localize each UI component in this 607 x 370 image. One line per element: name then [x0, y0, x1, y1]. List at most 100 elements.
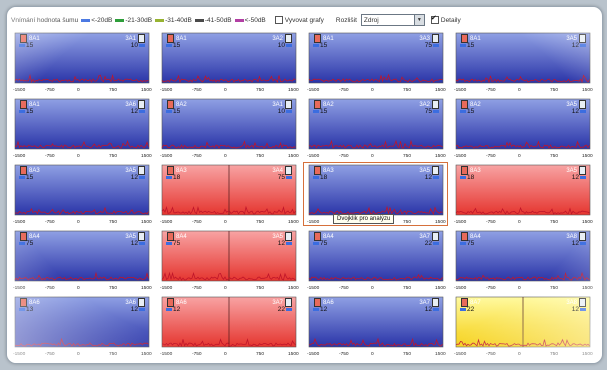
left-noise-number: 75 — [467, 240, 475, 247]
spectrum-panel[interactable]: 8A1 3A6 15 12 -1500 -750 0 750 1500 — [10, 97, 153, 159]
spectrum-panel[interactable]: 8A3 3A4 18 75 -1500 -750 0 750 1500 — [157, 163, 300, 225]
right-antenna-id: 3A5 — [125, 233, 136, 240]
x-tick-label: -750 — [339, 286, 349, 291]
x-tick-label: 750 — [109, 88, 118, 93]
legend-label: <-20dB — [91, 16, 113, 24]
level-marker — [286, 242, 292, 245]
right-noise-number: 12 — [424, 306, 432, 313]
level-marker — [433, 110, 439, 113]
left-noise-value: 15 — [312, 42, 327, 49]
x-tick-label: 1500 — [582, 220, 593, 225]
right-noise-value: 12 — [278, 240, 293, 247]
spectrum-panel[interactable]: 8A4 3A5 75 12 -1500 -750 0 750 1500 — [10, 229, 153, 291]
x-tick-label: 0 — [518, 154, 521, 159]
spectrum-panel[interactable]: 8A4 3A5 75 12 -1500 -750 0 750 1500 — [157, 229, 300, 291]
left-antenna-id: 8A2 — [470, 101, 481, 108]
x-tick-label: -750 — [339, 88, 349, 93]
right-noise-value: 12 — [131, 108, 146, 115]
spectrum-panel[interactable]: 8A6 3A7 12 12 -1500 -750 0 750 1500 — [304, 295, 447, 357]
x-tick-label: 1500 — [288, 352, 299, 357]
legend-item: -31-40dB — [155, 17, 192, 24]
right-noise-number: 22 — [424, 240, 432, 247]
spectrum-panel[interactable]: 8A2 3A5 15 12 -1500 -750 0 750 1500 — [451, 97, 594, 159]
right-antenna-id: 3A6 — [125, 101, 136, 108]
right-antenna-id: 3A3 — [419, 35, 430, 42]
detail-label: Detaily — [440, 16, 461, 24]
right-noise-number: 12 — [571, 240, 579, 247]
spectrum-panel[interactable]: 8A1 3A3 15 75 -1500 -750 0 750 1500 — [304, 31, 447, 93]
level-marker — [166, 242, 172, 245]
left-antenna-id: 8A4 — [29, 233, 40, 240]
spectrum-panel[interactable]: 8A4 3A7 75 22 -1500 -750 0 750 1500 — [304, 229, 447, 291]
right-antenna-id: 3A5 — [566, 101, 577, 108]
right-antenna-id: 3A8 — [566, 299, 577, 306]
level-marker — [19, 308, 25, 311]
legend-label: <-50dB — [244, 16, 266, 24]
x-tick-label: -750 — [486, 88, 496, 93]
x-tick-label: -1500 — [160, 286, 173, 291]
right-noise-value: 12 — [425, 174, 440, 181]
left-noise-value: 15 — [18, 174, 33, 181]
left-antenna-id: 8A1 — [29, 101, 40, 108]
left-noise-number: 12 — [320, 306, 328, 313]
right-noise-number: 12 — [571, 108, 579, 115]
left-antenna-id: 8A2 — [176, 101, 187, 108]
legend-item: <-50dB — [234, 16, 266, 24]
chevron-down-icon[interactable]: ▼ — [413, 15, 424, 25]
right-antenna-id: 3A5 — [125, 167, 136, 174]
right-noise-value: 10 — [131, 42, 146, 49]
right-noise-value: 75 — [425, 108, 440, 115]
sort-select[interactable]: Zdroj ▼ — [360, 14, 425, 26]
spectrum-panel[interactable]: 8A1 3A5 15 12 -1500 -750 0 750 1500 — [451, 31, 594, 93]
x-tick-label: -750 — [192, 220, 202, 225]
x-tick-label: -750 — [486, 220, 496, 225]
right-noise-value: 12 — [572, 42, 587, 49]
detail-checkbox[interactable] — [430, 14, 439, 24]
x-tick-label: 1500 — [435, 352, 446, 357]
spectrum-panel[interactable]: 8A7 3A8 22 12 -1500 -750 0 750 1500 — [451, 295, 594, 357]
x-tick-label: -1500 — [13, 88, 26, 93]
left-noise-number: 18 — [173, 174, 181, 181]
left-antenna-id: 8A1 — [29, 35, 40, 42]
level-marker — [19, 44, 25, 47]
spectrum-panel[interactable]: 8A3 3A5 18 12 -1500 -750 0 750 1500 — [451, 163, 594, 225]
sort-label: Rozlišit — [335, 16, 357, 24]
spectrum-panel[interactable]: 8A1 3A1 15 10 -1500 -750 0 750 1500 — [10, 31, 153, 93]
x-tick-label: 0 — [518, 286, 521, 291]
x-tick-label: 750 — [256, 88, 265, 93]
level-marker — [433, 44, 439, 47]
left-noise-number: 15 — [320, 108, 328, 115]
x-tick-label: 1500 — [288, 286, 299, 291]
x-tick-label: 750 — [550, 154, 559, 159]
spectrum-panel[interactable]: 8A6 3A7 12 22 -1500 -750 0 750 1500 — [157, 295, 300, 357]
x-tick-label: -1500 — [454, 154, 467, 159]
left-noise-value: 15 — [18, 42, 33, 49]
spectrum-panel[interactable]: 8A4 3A8 75 12 -1500 -750 0 750 1500 — [451, 229, 594, 291]
level-marker — [580, 242, 586, 245]
show-graphs-checkbox[interactable] — [274, 16, 283, 24]
left-noise-value: 18 — [459, 174, 474, 181]
level-marker — [139, 110, 145, 113]
x-tick-label: 750 — [403, 88, 412, 93]
x-tick-label: 0 — [371, 352, 374, 357]
right-noise-value: 12 — [572, 240, 587, 247]
left-noise-number: 18 — [467, 174, 475, 181]
level-marker — [313, 110, 319, 113]
x-tick-label: -1500 — [160, 88, 173, 93]
spectrum-panel[interactable]: 8A3 3A5 15 12 -1500 -750 0 750 1500 — [10, 163, 153, 225]
spectrum-panel[interactable]: 8A2 3A1 15 10 -1500 -750 0 750 1500 — [157, 97, 300, 159]
left-noise-value: 12 — [165, 306, 180, 313]
left-noise-value: 12 — [312, 306, 327, 313]
right-noise-value: 75 — [425, 42, 440, 49]
spectrum-panel[interactable]: 8A6 3A6 13 12 -1500 -750 0 750 1500 — [10, 295, 153, 357]
level-marker — [166, 44, 172, 47]
spectrum-panel[interactable]: 8A2 3A2 15 75 -1500 -750 0 750 1500 — [304, 97, 447, 159]
level-marker — [139, 44, 145, 47]
legend-item: -21-30dB — [115, 17, 152, 24]
legend-swatch — [155, 18, 165, 22]
spectrum-panel[interactable]: 8A1 3A2 15 10 -1500 -750 0 750 1500 — [157, 31, 300, 93]
level-marker — [313, 176, 319, 179]
left-noise-number: 15 — [26, 174, 34, 181]
left-antenna-id: 8A6 — [176, 299, 187, 306]
x-tick-label: 750 — [109, 352, 118, 357]
